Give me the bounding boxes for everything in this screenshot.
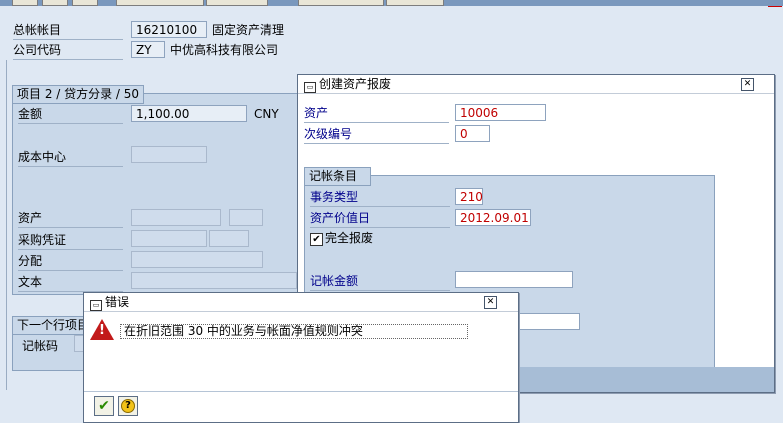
amount-field[interactable]: 1,100.00 <box>131 105 247 122</box>
help-icon: ? <box>121 399 135 413</box>
asset-label: 资产 <box>18 209 123 228</box>
asset-subnumber-field[interactable] <box>229 209 263 226</box>
cost-center-field[interactable] <box>131 146 207 163</box>
gl-account-desc: 固定资产清理 <box>212 23 285 37</box>
complete-retire-label: 完全报废 <box>325 231 374 245</box>
gl-account-field[interactable]: 16210100 <box>131 21 207 38</box>
left-frame-border <box>6 60 7 390</box>
close-icon[interactable]: ✕ <box>741 78 754 91</box>
dialog-window-icon: ▭ <box>304 82 316 93</box>
close-icon[interactable]: ✕ <box>484 296 497 309</box>
subnumber-label: 次级编号 <box>304 125 449 144</box>
posting-amount-label: 记帐金额 <box>310 272 450 291</box>
value-date-field[interactable]: 2012.09.01 <box>455 209 531 226</box>
company-code-desc: 中优高科技有限公司 <box>170 43 279 57</box>
posting-group-title: 记帐条目 <box>304 167 371 186</box>
text-label: 文本 <box>18 273 123 292</box>
cost-center-label: 成本中心 <box>18 148 123 167</box>
item-group-title: 项目 2 / 贷方分录 / 50 <box>12 85 145 104</box>
toolbar-button-2[interactable] <box>42 0 68 6</box>
exclamation-icon: ! <box>99 323 105 338</box>
error-dialog: ▭ 错误 ✕ ! 在折旧范围 30 中的业务与帐面净值规则冲突 ✔ ? <box>83 292 519 423</box>
asset-field[interactable] <box>131 209 221 226</box>
toolbar-button-3[interactable] <box>72 0 98 6</box>
next-line-title: 下一个行项目 <box>12 316 95 335</box>
value-date-label: 资产价值日 <box>310 209 450 228</box>
complete-retire-checkbox[interactable]: ✔ <box>310 233 323 246</box>
subnumber-field[interactable]: 0 <box>455 125 490 142</box>
toolbar-button-5[interactable] <box>206 0 268 6</box>
toolbar-button-6[interactable] <box>298 0 384 6</box>
assignment-field[interactable] <box>131 251 263 268</box>
dialog-window-icon: ▭ <box>90 300 102 311</box>
amount-label: 金额 <box>18 105 123 124</box>
purchase-doc-item-field[interactable] <box>209 230 249 247</box>
toolbar-button-1[interactable] <box>12 0 38 6</box>
error-message: 在折旧范围 30 中的业务与帐面净值规则冲突 <box>120 324 468 339</box>
help-button[interactable]: ? <box>118 396 138 416</box>
toolbar-button-4[interactable] <box>116 0 204 6</box>
company-code-field[interactable]: ZY <box>131 41 165 58</box>
posting-amount-field[interactable] <box>455 271 573 288</box>
posting-key-label: 记帐码 <box>22 339 59 353</box>
retire-dialog-title: 创建资产报废 <box>319 77 392 91</box>
retire-asset-field[interactable]: 10006 <box>455 104 546 121</box>
purchase-doc-field[interactable] <box>131 230 207 247</box>
company-code-label: 公司代码 <box>13 41 123 60</box>
error-dialog-title: 错误 <box>105 295 130 309</box>
trans-type-field[interactable]: 210 <box>455 188 483 205</box>
gl-account-label: 总帐帐目 <box>13 21 123 40</box>
error-dialog-title-bar: ▭ 错误 <box>84 293 518 312</box>
toolbar-button-7[interactable] <box>386 0 444 6</box>
currency-text: CNY <box>254 107 279 121</box>
red-marker <box>768 6 782 15</box>
retire-dialog-title-bar: ▭ 创建资产报废 <box>298 75 774 94</box>
assignment-label: 分配 <box>18 252 123 271</box>
text-field[interactable] <box>131 272 297 289</box>
purchase-doc-label: 采购凭证 <box>18 231 123 250</box>
trans-type-label: 事务类型 <box>310 188 450 207</box>
error-dialog-separator <box>84 391 518 392</box>
confirm-check-button[interactable]: ✔ <box>94 396 114 416</box>
retire-asset-label: 资产 <box>304 104 449 123</box>
